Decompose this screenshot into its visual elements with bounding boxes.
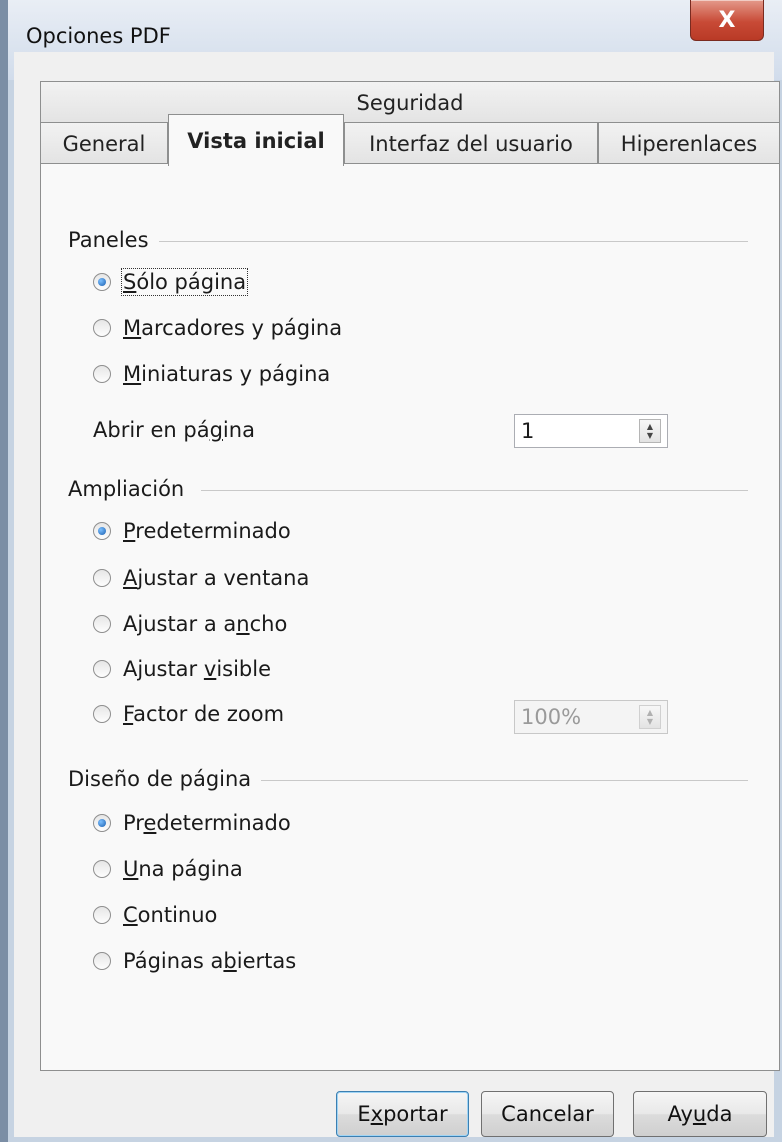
tab-hyperlinks[interactable]: Hiperenlaces: [598, 122, 780, 164]
option-label: Predeterminado: [123, 811, 291, 835]
spin-arrows-icon[interactable]: ▲ ▼: [639, 419, 661, 443]
window-edge: [0, 0, 8, 1142]
tab-initial-view[interactable]: Vista inicial: [168, 114, 344, 166]
radio-button[interactable]: [93, 319, 111, 337]
option-label: Sólo página: [120, 268, 249, 296]
tab-security[interactable]: Seguridad: [40, 81, 780, 124]
tab-user-interface-label: Interfaz del usuario: [369, 131, 573, 156]
option-label: Predeterminado: [123, 519, 291, 543]
dialog-client-area: Seguridad General Vista inicial Interfaz…: [14, 52, 780, 1137]
option-label: Ajustar a ancho: [123, 612, 288, 636]
radio-button[interactable]: [93, 952, 111, 970]
radio-button[interactable]: [93, 522, 111, 540]
tab-general[interactable]: General: [40, 122, 168, 164]
export-button-label: Exportar: [357, 1102, 448, 1126]
radio-zoom-fit-width[interactable]: Ajustar a ancho: [93, 612, 287, 636]
zoom-factor-spinbox: 100% ▲ ▼: [514, 700, 668, 734]
open-page-spinbox[interactable]: 1 ▲ ▼: [514, 414, 668, 448]
magnification-divider: [201, 490, 748, 491]
open-at-page-label: Abrir en página: [93, 418, 255, 442]
page-layout-divider: [261, 780, 748, 781]
option-label: Marcadores y página: [123, 316, 343, 340]
radio-zoom-fit-visible[interactable]: Ajustar visible: [93, 657, 271, 681]
radio-layout-default[interactable]: Predeterminado: [93, 811, 291, 835]
radio-zoom-fit-window[interactable]: Ajustar a ventana: [93, 566, 309, 590]
radio-panels-page-only[interactable]: Sólo página: [93, 268, 249, 296]
close-icon: X: [718, 7, 736, 33]
initial-view-panel: Paneles Sólo página Marcadores y página …: [40, 163, 780, 1071]
radio-layout-single-page[interactable]: Una página: [93, 857, 243, 881]
close-button[interactable]: X: [690, 0, 764, 41]
tab-user-interface[interactable]: Interfaz del usuario: [344, 122, 598, 164]
cancel-button-label: Cancelar: [501, 1102, 594, 1126]
option-label: Factor de zoom: [123, 702, 285, 726]
page-layout-group-title: Diseño de página: [68, 767, 262, 791]
tab-initial-view-label: Vista inicial: [187, 128, 325, 153]
panels-group-title: Paneles: [68, 228, 159, 252]
magnification-group-title: Ampliación: [68, 477, 195, 501]
option-label: Continuo: [123, 903, 218, 927]
radio-button[interactable]: [93, 860, 111, 878]
radio-layout-facing-pages[interactable]: Páginas abiertas: [93, 949, 296, 973]
option-label: Una página: [123, 857, 243, 881]
option-label: Miniaturas y página: [123, 362, 331, 386]
radio-panels-thumbnails-page[interactable]: Miniaturas y página: [93, 362, 330, 386]
open-page-value[interactable]: 1: [515, 419, 639, 443]
option-label: Ajustar visible: [123, 657, 272, 681]
help-button[interactable]: Ayuda: [633, 1091, 767, 1137]
help-button-label: Ayuda: [667, 1102, 733, 1126]
tab-hyperlinks-label: Hiperenlaces: [620, 131, 758, 156]
radio-zoom-default[interactable]: Predeterminado: [93, 519, 291, 543]
radio-button[interactable]: [93, 365, 111, 383]
spin-arrows-icon: ▲ ▼: [639, 705, 661, 729]
radio-button[interactable]: [93, 615, 111, 633]
tab-security-label: Seguridad: [356, 91, 464, 115]
radio-button[interactable]: [93, 273, 111, 291]
zoom-factor-value: 100%: [521, 705, 582, 729]
cancel-button[interactable]: Cancelar: [481, 1091, 614, 1137]
panels-divider: [151, 241, 748, 242]
radio-button[interactable]: [93, 660, 111, 678]
radio-zoom-factor[interactable]: Factor de zoom: [93, 702, 284, 726]
radio-panels-bookmarks-page[interactable]: Marcadores y página: [93, 316, 342, 340]
export-button[interactable]: Exportar: [336, 1091, 469, 1137]
radio-button[interactable]: [93, 906, 111, 924]
option-label: Páginas abiertas: [123, 949, 297, 973]
radio-button[interactable]: [93, 705, 111, 723]
option-label: Ajustar a ventana: [123, 566, 310, 590]
radio-button[interactable]: [93, 814, 111, 832]
radio-button[interactable]: [93, 569, 111, 587]
window-title: Opciones PDF: [26, 24, 171, 48]
tab-general-label: General: [62, 131, 146, 156]
radio-layout-continuous[interactable]: Continuo: [93, 903, 217, 927]
pdf-options-dialog: Opciones PDF X Seguridad General Vista i…: [0, 0, 782, 1142]
